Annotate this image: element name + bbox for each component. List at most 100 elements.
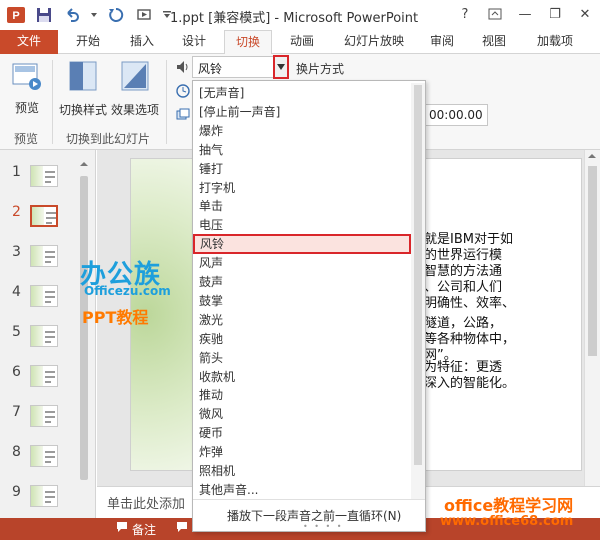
thumbnail-gradient [31,406,43,426]
thumbnail-number: 6 [12,364,21,380]
start-from-beginning-icon[interactable] [134,5,154,25]
slide-text-line: 等各种物体中， [424,332,516,347]
thumbnail-number: 9 [12,484,21,500]
slide-scroll-thumb[interactable] [588,166,597,356]
thumbnail-number: 3 [12,244,21,260]
sound-option[interactable]: [无声音] [194,83,410,103]
slide-text-line: 为特征：更透 [424,360,503,375]
tab-review[interactable]: 审阅 [420,30,464,54]
tab-slideshow[interactable]: 幻灯片放映 [334,30,414,54]
restore-button[interactable]: ❐ [540,0,570,28]
thumbnail-text-line [45,456,55,458]
tab-view[interactable]: 视图 [472,30,516,54]
undo-dropdown-icon[interactable] [90,5,98,25]
sound-option[interactable]: 微风 [194,404,410,424]
transition-style-icon [58,60,108,97]
slide-thumbnail[interactable] [30,485,58,507]
thumbnail-gradient [31,366,43,386]
dropdown-footer: 播放下一段声音之前一直循环(N) • • • • [193,499,425,531]
thumbnail-scrollbar[interactable] [78,158,90,514]
sound-option[interactable]: 激光 [194,310,410,330]
sound-option[interactable]: 硬币 [194,423,410,443]
switch-mode-label: 换片方式 [296,62,345,76]
resize-grip-icon[interactable]: • • • • [303,522,344,531]
comments-icon[interactable] [176,521,188,536]
effect-options-button[interactable]: 效果选项 [110,60,160,118]
thumbnail-text-line [45,341,51,343]
sound-option[interactable]: [停止前一声音] [194,102,410,122]
thumbnail-scroll-thumb[interactable] [80,176,88,480]
save-icon[interactable] [34,5,54,25]
thumbnail-text-line [45,491,55,493]
thumbnail-gradient [31,486,43,506]
dropdown-scrollbar[interactable] [411,83,425,499]
slide-thumbnail-selected[interactable] [30,205,58,227]
slide-thumbnail[interactable] [30,405,58,427]
powerpoint-logo-icon: P [6,5,26,25]
undo-icon[interactable] [62,5,82,25]
notes-toggle-icon[interactable] [116,521,128,536]
dropdown-scroll-thumb[interactable] [414,85,422,465]
tab-insert[interactable]: 插入 [120,30,164,54]
thumbnail-gradient [31,246,43,266]
tab-file[interactable]: 文件 [0,30,58,54]
thumbnail-text-line [45,451,55,453]
tab-transitions[interactable]: 切换 [224,30,272,55]
thumbnail-number: 7 [12,404,21,420]
thumbnail-number: 5 [12,324,21,340]
thumbnail-text-line [45,256,55,258]
preview-button[interactable]: 预览 [8,60,46,116]
thumbnail-text-line [45,376,55,378]
scroll-up-icon[interactable] [78,158,90,170]
sound-option[interactable]: 抽气 [194,140,410,160]
ribbon-display-button[interactable] [480,0,510,28]
sound-option[interactable]: 箭头 [194,348,410,368]
thumbnail-text-line [45,176,55,178]
effect-options-label: 效果选项 [110,103,159,117]
slide-thumbnail[interactable] [30,325,58,347]
slide-thumbnail[interactable] [30,445,58,467]
duration-input[interactable]: 00:00.00 [424,104,488,126]
thumbnail-number: 1 [12,164,21,180]
slide-thumbnail[interactable] [30,285,58,307]
chevron-down-icon [277,64,285,70]
window-title: 1.ppt [兼容模式] - Microsoft PowerPoint [170,11,419,26]
sound-option[interactable]: 收款机 [194,367,410,387]
sound-option[interactable]: 其他声音... [194,480,410,500]
tab-home[interactable]: 开始 [66,30,110,54]
sound-option[interactable]: 单击 [194,196,410,216]
sound-option[interactable]: 打字机 [194,178,410,198]
sound-option[interactable]: 疾驰 [194,329,410,349]
sound-option[interactable]: 鼓掌 [194,291,410,311]
sound-dropdown-arrow[interactable] [273,55,289,79]
slide-thumbnail[interactable] [30,165,58,187]
slide-thumbnail[interactable] [30,245,58,267]
transition-style-button[interactable]: 切换样式 [58,60,108,118]
sound-option[interactable]: 推动 [194,385,410,405]
thumbnail-text-line [46,212,56,214]
tab-design[interactable]: 设计 [172,30,216,54]
sound-option[interactable]: 鼓声 [194,272,410,292]
minimize-button[interactable]: — [510,0,540,28]
thumbnail-text-line [45,291,55,293]
redo-icon[interactable] [106,5,126,25]
slide-text-line: 智慧的方法通 [424,264,503,279]
slide-thumbnail[interactable] [30,365,58,387]
ribbon-tabs: 文件 开始 插入 设计 切换 动画 幻灯片放映 审阅 视图 加载项 [0,30,600,55]
tab-addins[interactable]: 加载项 [526,30,584,54]
sound-option[interactable]: 风声 [194,253,410,273]
apply-to-all-icon [176,108,190,125]
notes-toggle-label[interactable]: 备注 [132,521,156,538]
sound-option[interactable]: 照相机 [194,461,410,481]
sound-option[interactable]: 电压 [194,215,410,235]
slide-scrollbar[interactable] [584,150,600,486]
sound-option[interactable]: 爆炸 [194,121,410,141]
tab-animations[interactable]: 动画 [280,30,324,54]
close-button[interactable]: ✕ [570,0,600,28]
help-button[interactable]: ? [450,0,480,28]
sound-option-selected[interactable]: 风铃 [193,234,411,255]
transition-style-label: 切换样式 [58,103,107,117]
sound-option[interactable]: 锤打 [194,159,410,179]
sound-option[interactable]: 炸弹 [194,442,410,462]
scroll-up-icon[interactable] [585,150,599,162]
